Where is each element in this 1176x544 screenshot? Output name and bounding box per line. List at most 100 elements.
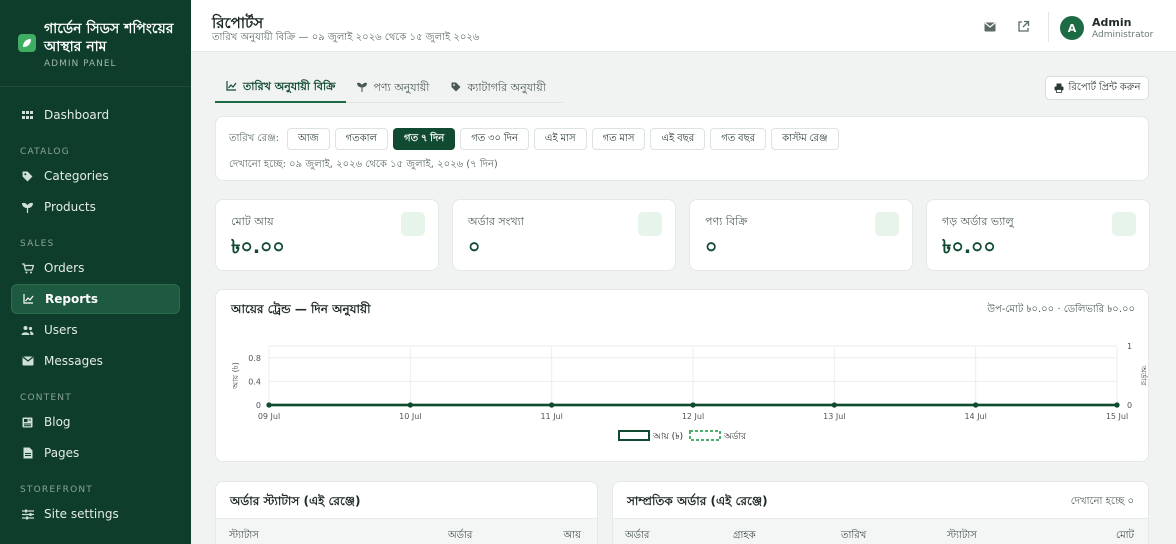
nav-section-content: CONTENT xyxy=(20,393,72,403)
sidebar-item-categories[interactable]: Categories xyxy=(11,161,180,191)
tab-by-category[interactable]: ক্যাটাগরি অনুযায়ী xyxy=(440,73,556,103)
sidebar-item-reports[interactable]: Reports xyxy=(11,284,180,314)
sidebar-item-label: Site settings xyxy=(44,507,119,521)
print-report-button[interactable]: রিপোর্ট প্রিন্ট করুন xyxy=(1045,76,1149,100)
data-point xyxy=(831,402,837,408)
leaf-icon xyxy=(18,34,36,52)
range-chip[interactable]: গত বছর xyxy=(710,128,767,150)
recent-orders-count: দেখানো হচ্ছে ০ xyxy=(1070,496,1134,507)
header-divider xyxy=(1048,12,1049,42)
stat-badge xyxy=(401,212,425,236)
sidebar-item-messages[interactable]: Messages xyxy=(11,346,180,376)
x-tick-label: 14 Jul xyxy=(964,412,986,421)
stat-value: ০ xyxy=(705,236,718,258)
nav-section-storefront: STOREFRONT xyxy=(20,485,93,495)
nav-section-catalog: CATALOG xyxy=(20,147,70,157)
data-point xyxy=(690,402,696,408)
chart-line-icon xyxy=(226,80,237,94)
legend-label: আয় (৳) xyxy=(652,432,683,442)
stat-card-orders: অর্ডার সংখ্যা ০ xyxy=(452,199,676,271)
sidebar-item-pages[interactable]: Pages xyxy=(11,438,180,468)
stat-badge xyxy=(875,212,899,236)
x-tick-label: 11 Jul xyxy=(540,412,562,421)
brand[interactable]: গার্ডেন সিডস শপিংয়ের আস্থার নাম ADMIN P… xyxy=(0,0,191,87)
sidebar-item-label: Pages xyxy=(44,446,80,460)
brand-subtitle: ADMIN PANEL xyxy=(44,59,117,69)
data-point xyxy=(973,402,979,408)
tag-icon xyxy=(21,170,34,183)
stat-value: ০ xyxy=(468,236,481,258)
stat-badge xyxy=(1112,212,1136,236)
date-range-card: তারিখ রেঞ্জ: আজ গতকাল গত ৭ দিন গত ৩০ দিন এই … xyxy=(215,116,1149,181)
tag-icon xyxy=(451,82,461,95)
column-header: আয় xyxy=(563,530,581,541)
sidebar-item-label: Orders xyxy=(44,261,85,275)
sidebar-item-label: Messages xyxy=(44,354,103,368)
stat-card-revenue: মোট আয় ৳০.০০ xyxy=(215,199,439,271)
user-role: Administrator xyxy=(1092,30,1154,40)
range-chip[interactable]: গত ৩০ দিন xyxy=(460,128,529,150)
sidebar: গার্ডেন সিডস শপিংয়ের আস্থার নাম ADMIN P… xyxy=(0,0,191,544)
y-right-axis-label: অর্ডার xyxy=(1139,365,1148,386)
stat-card-avg-order: গড় অর্ডার ভ্যালু ৳০.০০ xyxy=(926,199,1150,271)
mail-icon[interactable] xyxy=(984,21,998,33)
file-icon xyxy=(21,447,34,460)
stat-card-products-sold: পণ্য বিক্রি ০ xyxy=(689,199,913,271)
brand-title: গার্ডেন সিডস শপিংয়ের আস্থার নাম xyxy=(44,21,174,55)
date-range-info: দেখানো হচ্ছে: ০৯ জুলাই, ২০২৬ থেকে ১৫ জুল… xyxy=(229,159,498,170)
order-status-table-header: স্ট্যাটাস অর্ডার আয় xyxy=(216,518,597,544)
sidebar-item-label: Reports xyxy=(45,292,99,306)
nav-section-sales: SALES xyxy=(20,239,55,249)
y-tick-label: 0 xyxy=(256,401,261,410)
y-tick-label: 0.4 xyxy=(248,377,261,386)
stat-label: অর্ডার সংখ্যা xyxy=(468,215,524,228)
column-header: স্ট্যাটাস xyxy=(947,530,977,541)
revenue-trend-chart: 0 0.4 0.8 0 1 আয় (৳) অর্ডার 09 Jul 10 Jul 11 Jul… xyxy=(231,342,1148,442)
chart-title: আয়ের ট্রেন্ড — দিন অনুযায়ী xyxy=(231,302,371,316)
avatar[interactable]: A xyxy=(1060,16,1084,40)
sidebar-item-label: Products xyxy=(44,200,96,214)
sidebar-item-site-settings[interactable]: Site settings xyxy=(11,499,180,529)
x-tick-label: 09 Jul xyxy=(258,412,280,421)
stat-value: ৳০.০০ xyxy=(231,236,285,258)
column-header: অর্ডার xyxy=(448,530,473,541)
tab-by-product[interactable]: পণ্য অনুযায়ী xyxy=(346,73,440,103)
data-point xyxy=(266,402,272,408)
y-axis-label: আয় (৳) xyxy=(231,362,240,390)
sidebar-item-users[interactable]: Users xyxy=(11,315,180,345)
sidebar-item-dashboard[interactable]: Dashboard xyxy=(11,100,180,130)
column-header: স্ট্যাটাস xyxy=(229,530,259,541)
revenue-trend-card: আয়ের ট্রেন্ড — দিন অনুযায়ী উপ-মোট ৳০.০… xyxy=(215,289,1149,462)
column-header: মোট xyxy=(1116,530,1134,541)
sidebar-item-label: Blog xyxy=(44,415,71,429)
stat-badge xyxy=(638,212,662,236)
date-range-label: তারিখ রেঞ্জ: xyxy=(229,132,279,144)
sidebar-item-label: Users xyxy=(44,323,78,337)
range-chip[interactable]: কাস্টম রেঞ্জ xyxy=(771,128,839,150)
sidebar-item-label: Dashboard xyxy=(44,108,110,122)
stat-label: গড় অর্ডার ভ্যালু xyxy=(942,215,1014,228)
y-right-tick-label: 0 xyxy=(1127,401,1132,410)
stat-value: ৳০.০০ xyxy=(942,236,996,258)
mail-icon xyxy=(21,355,34,368)
x-tick-label: 13 Jul xyxy=(823,412,845,421)
legend-label: অর্ডার xyxy=(723,431,747,442)
legend-swatch-orders xyxy=(689,430,721,441)
sprout-icon xyxy=(21,201,34,214)
newspaper-icon xyxy=(21,416,34,429)
tab-by-date[interactable]: তারিখ অনুযায়ী বিক্রি xyxy=(215,73,347,103)
sidebar-item-products[interactable]: Products xyxy=(11,192,180,222)
sidebar-item-orders[interactable]: Orders xyxy=(11,253,180,283)
range-chip[interactable]: আজ xyxy=(286,128,330,150)
recent-orders-card: সাম্প্রতিক অর্ডার (এই রেঞ্জে) দেখানো হচ্… xyxy=(612,481,1149,544)
range-chip[interactable]: গত মাস xyxy=(591,128,646,150)
data-point xyxy=(407,402,413,408)
sidebar-item-blog[interactable]: Blog xyxy=(11,407,180,437)
external-link-icon[interactable] xyxy=(1017,20,1031,32)
range-chip[interactable]: গতকাল xyxy=(334,128,389,150)
range-chip[interactable]: গত ৭ দিন xyxy=(393,128,456,150)
stat-label: মোট আয় xyxy=(231,215,274,228)
range-chip[interactable]: এই মাস xyxy=(533,128,587,150)
range-chip[interactable]: এই বছর xyxy=(650,128,706,150)
x-tick-label: 12 Jul xyxy=(682,412,704,421)
